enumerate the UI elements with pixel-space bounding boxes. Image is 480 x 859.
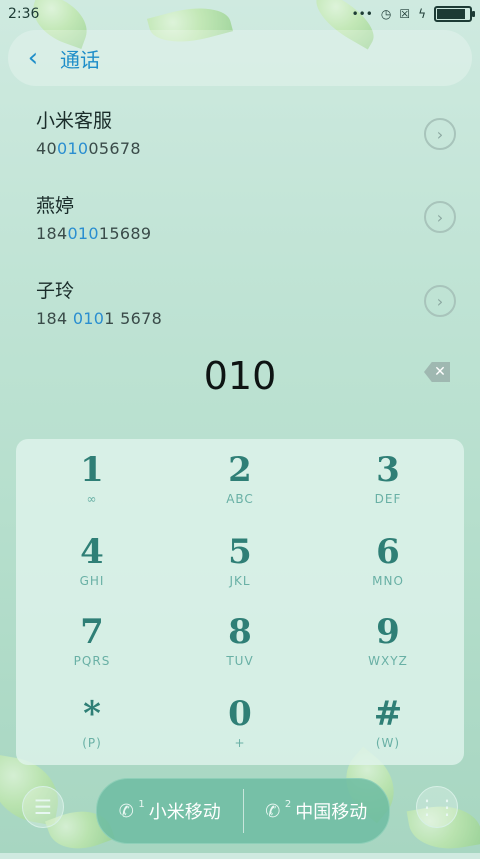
voicemail-icon: ∞	[86, 492, 98, 506]
sim2-label: 中国移动	[295, 802, 368, 823]
key-letters: (P)	[82, 736, 102, 750]
key-digit: *	[83, 694, 101, 734]
key-letters: PQRS	[73, 654, 111, 668]
contact-name: 子玲	[36, 280, 75, 302]
key-letters: JKL	[229, 574, 251, 588]
call-sim2-button[interactable]: ✆ 2 中国移动	[244, 779, 390, 843]
key-digit: 5	[228, 532, 252, 572]
status-time: 2:36	[8, 6, 40, 22]
dial-keypad: 1 ∞ 2 ABC 3 DEF 4 GHI 5 JKL 6 MNO 7 PQRS…	[16, 439, 464, 765]
more-icon: •••	[351, 7, 373, 21]
phone-sim1-icon: ✆ 1	[118, 799, 145, 822]
key-9[interactable]: 9 WXYZ	[315, 601, 461, 681]
call-header: ‹ 通话	[8, 30, 472, 86]
key-6[interactable]: 6 MNO	[315, 521, 461, 601]
page-title: 通话	[60, 47, 100, 72]
key-0[interactable]: 0 +	[167, 683, 313, 763]
contact-number: 18401015689	[36, 224, 152, 243]
dialed-number: 010	[203, 354, 277, 398]
key-3[interactable]: 3 DEF	[315, 439, 461, 519]
key-letters: WXYZ	[368, 654, 408, 668]
contact-row[interactable]: 小米客服 4001005678 ›	[36, 106, 456, 158]
contact-name: 小米客服	[36, 110, 113, 132]
key-letters: GHI	[79, 574, 105, 588]
key-hash[interactable]: # (W)	[315, 683, 461, 763]
key-digit: 7	[80, 612, 104, 652]
key-digit: 3	[376, 450, 400, 490]
chevron-right-icon[interactable]: ›	[424, 118, 456, 150]
key-star[interactable]: * (P)	[19, 683, 165, 763]
key-digit: 2	[228, 450, 252, 490]
chevron-right-icon[interactable]: ›	[424, 201, 456, 233]
key-digit: #	[373, 694, 403, 734]
sim-off-icon: ☒	[399, 7, 411, 21]
key-digit: 9	[376, 612, 400, 652]
contact-number: 184 0101 5678	[36, 309, 163, 328]
alarm-icon: ◷	[380, 7, 392, 21]
key-letters: DEF	[374, 492, 402, 506]
key-digit: 4	[80, 532, 104, 572]
sim1-label: 小米移动	[148, 802, 221, 823]
key-8[interactable]: 8 TUV	[167, 601, 313, 681]
key-digit: 8	[228, 612, 252, 652]
key-5[interactable]: 5 JKL	[167, 521, 313, 601]
call-bar: ✆ 1 小米移动 ✆ 2 中国移动	[96, 778, 390, 844]
key-4[interactable]: 4 GHI	[19, 521, 165, 601]
key-letters: ABC	[226, 492, 254, 506]
key-1[interactable]: 1 ∞	[19, 439, 165, 519]
key-letters: (W)	[375, 736, 401, 750]
contact-name: 燕婷	[36, 195, 75, 217]
chevron-right-icon[interactable]: ›	[424, 285, 456, 317]
key-letters: TUV	[226, 654, 254, 668]
contact-row[interactable]: 燕婷 18401015689 ›	[36, 191, 456, 243]
key-letters: MNO	[372, 574, 404, 588]
key-digit: 0	[228, 694, 252, 734]
charging-icon: ϟ	[418, 7, 426, 21]
phone-sim2-icon: ✆ 2	[265, 799, 292, 822]
back-icon[interactable]: ‹	[22, 43, 44, 73]
contact-number: 4001005678	[36, 139, 141, 158]
key-2[interactable]: 2 ABC	[167, 439, 313, 519]
keypad-toggle-icon[interactable]: ⋮⋮	[416, 786, 458, 828]
key-digit: 1	[80, 450, 104, 490]
status-icons: ••• ◷ ☒ ϟ	[351, 6, 475, 22]
call-sim1-button[interactable]: ✆ 1 小米移动	[97, 779, 243, 843]
contact-row[interactable]: 子玲 184 0101 5678 ›	[36, 276, 456, 328]
key-7[interactable]: 7 PQRS	[19, 601, 165, 681]
status-bar: 2:36 ••• ◷ ☒ ϟ	[0, 0, 480, 28]
menu-icon[interactable]: ☰	[22, 786, 64, 828]
key-digit: 6	[376, 532, 400, 572]
key-letters: +	[234, 736, 246, 750]
battery-icon	[434, 6, 475, 22]
